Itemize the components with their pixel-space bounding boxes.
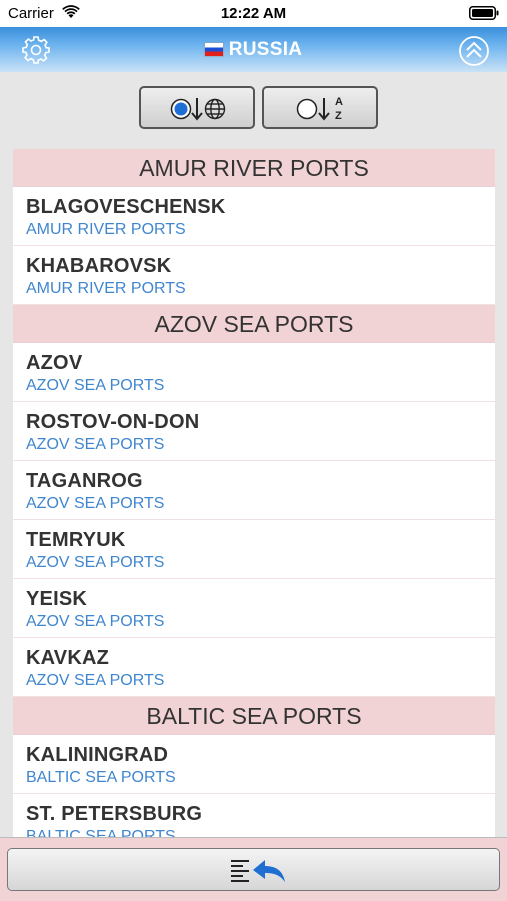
port-name: KAVKAZ [26, 647, 110, 669]
port-name: KALININGRAD [26, 744, 169, 766]
status-bar: Carrier 12:22 AM [0, 0, 507, 27]
list-item[interactable]: KHABAROVSK AMUR RIVER PORTS [13, 246, 495, 305]
list-item[interactable]: ST. PETERSBURG BALTIC SEA PORTS [13, 794, 495, 837]
section-header: AZOV SEA PORTS [13, 305, 495, 343]
page-title-label: RUSSIA [228, 39, 303, 60]
back-to-list-button[interactable] [7, 848, 500, 891]
port-region: AMUR RIVER PORTS [26, 280, 186, 297]
port-region: AZOV SEA PORTS [26, 613, 165, 630]
port-region: BALTIC SEA PORTS [26, 828, 176, 837]
sort-by-region-button[interactable] [139, 86, 255, 129]
port-region: AMUR RIVER PORTS [26, 221, 186, 238]
port-name: TAGANROG [26, 470, 143, 492]
list-item[interactable]: AZOV AZOV SEA PORTS [13, 343, 495, 402]
port-region: AZOV SEA PORTS [26, 554, 165, 571]
port-region: AZOV SEA PORTS [26, 436, 165, 453]
port-name: TEMRYUK [26, 529, 126, 551]
russia-flag-icon [204, 43, 223, 56]
sort-by-region-icon [170, 98, 226, 121]
port-region: AZOV SEA PORTS [26, 377, 165, 394]
list-item[interactable]: BLAGOVESCHENSK AMUR RIVER PORTS [13, 187, 495, 246]
battery-icon [469, 6, 499, 20]
list-item[interactable]: TEMRYUK AZOV SEA PORTS [13, 520, 495, 579]
port-name: AZOV [26, 352, 83, 374]
bottom-toolbar [0, 837, 507, 901]
port-region: AZOV SEA PORTS [26, 495, 165, 512]
letter-a: A [335, 96, 343, 108]
back-to-list-icon [231, 860, 285, 882]
list-item[interactable]: KAVKAZ AZOV SEA PORTS [13, 638, 495, 697]
port-name: ROSTOV-ON-DON [26, 411, 200, 433]
list-item[interactable]: TAGANROG AZOV SEA PORTS [13, 461, 495, 520]
port-name: KHABAROVSK [26, 255, 172, 277]
sort-alphabetical-icon: A Z [296, 96, 343, 122]
list-item[interactable]: YEISK AZOV SEA PORTS [13, 579, 495, 638]
port-region: BALTIC SEA PORTS [26, 769, 176, 786]
list-item[interactable]: KALININGRAD BALTIC SEA PORTS [13, 735, 495, 794]
section-header: AMUR RIVER PORTS [13, 149, 495, 187]
list-item[interactable]: ROSTOV-ON-DON AZOV SEA PORTS [13, 402, 495, 461]
port-region: AZOV SEA PORTS [26, 672, 165, 689]
port-name: ST. PETERSBURG [26, 803, 203, 825]
section-header: BALTIC SEA PORTS [13, 697, 495, 735]
port-name: BLAGOVESCHENSK [26, 196, 226, 218]
sort-toggle: A Z [0, 72, 507, 147]
clock: 12:22 AM [220, 5, 287, 22]
letter-z: Z [335, 110, 342, 122]
sort-alphabetical-button[interactable]: A Z [262, 86, 378, 129]
chevron-up-circle-icon[interactable] [458, 35, 490, 67]
port-list: AMUR RIVER PORTS BLAGOVESCHENSK AMUR RIV… [13, 149, 495, 837]
navigation-bar: RUSSIA [0, 27, 507, 72]
page-title: RUSSIA [0, 39, 507, 61]
port-name: YEISK [26, 588, 88, 610]
